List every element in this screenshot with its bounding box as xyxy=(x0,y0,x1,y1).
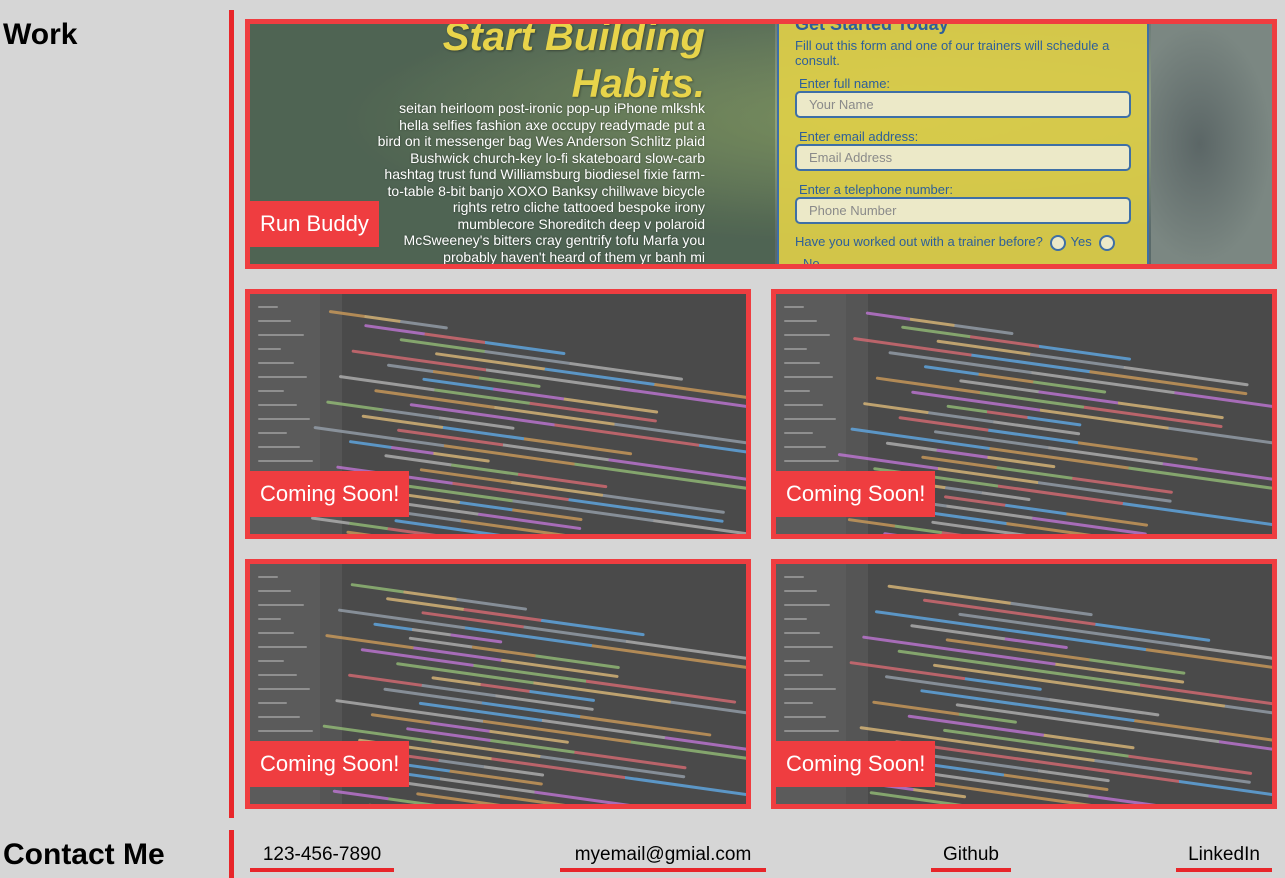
project-label-2[interactable]: Coming Soon! xyxy=(776,471,936,517)
project-tile-3[interactable]: Coming Soon! xyxy=(245,559,751,809)
trainer-question: Have you worked out with a trainer befor… xyxy=(795,234,1119,251)
project-tile-run-buddy[interactable]: Start Building Habits. seitan heirloom p… xyxy=(245,19,1277,269)
run-buddy-headline: Start Building Habits. xyxy=(442,19,705,108)
project-label-4[interactable]: Coming Soon! xyxy=(776,741,936,787)
radio-yes-label: Yes xyxy=(1070,234,1092,249)
run-buddy-form-title: Get Started Today xyxy=(795,19,949,34)
email-field[interactable]: Email Address xyxy=(795,144,1131,171)
run-buddy-form-intro: Fill out this form and one of our traine… xyxy=(795,38,1110,68)
contact-section-title: Contact Me xyxy=(3,838,165,871)
project-tile-2[interactable]: Coming Soon! xyxy=(771,289,1277,539)
work-section-title: Work xyxy=(3,18,78,51)
radio-no[interactable] xyxy=(1099,234,1116,251)
project-label-3[interactable]: Coming Soon! xyxy=(250,741,410,787)
name-field[interactable]: Your Name xyxy=(795,91,1131,118)
radio-no-label: No xyxy=(803,256,820,269)
run-buddy-right-image xyxy=(1151,24,1272,264)
work-divider xyxy=(229,10,234,818)
run-buddy-body-text: seitan heirloom post-ironic pop-up iPhon… xyxy=(377,100,705,265)
contact-divider xyxy=(229,830,234,878)
run-buddy-form: Get Started Today Fill out this form and… xyxy=(777,19,1149,269)
project-label-run-buddy[interactable]: Run Buddy xyxy=(250,201,379,247)
project-tile-1[interactable]: Coming Soon! xyxy=(245,289,751,539)
name-label: Enter full name: xyxy=(799,76,891,91)
run-buddy-headline-line1: Start Building xyxy=(442,19,705,59)
project-tile-4[interactable]: Coming Soon! xyxy=(771,559,1277,809)
contact-email-link[interactable]: myemail@gmial.com xyxy=(560,844,766,872)
project-label-1[interactable]: Coming Soon! xyxy=(250,471,410,517)
contact-linkedin-link[interactable]: LinkedIn xyxy=(1176,844,1272,872)
radio-yes[interactable] xyxy=(1050,234,1067,251)
email-label: Enter email address: xyxy=(799,129,919,144)
phone-field[interactable]: Phone Number xyxy=(795,197,1131,224)
contact-phone-link[interactable]: 123-456-7890 xyxy=(250,844,394,872)
phone-label: Enter a telephone number: xyxy=(799,182,953,197)
trainer-question-text: Have you worked out with a trainer befor… xyxy=(795,234,1043,249)
contact-github-link[interactable]: Github xyxy=(931,844,1011,872)
